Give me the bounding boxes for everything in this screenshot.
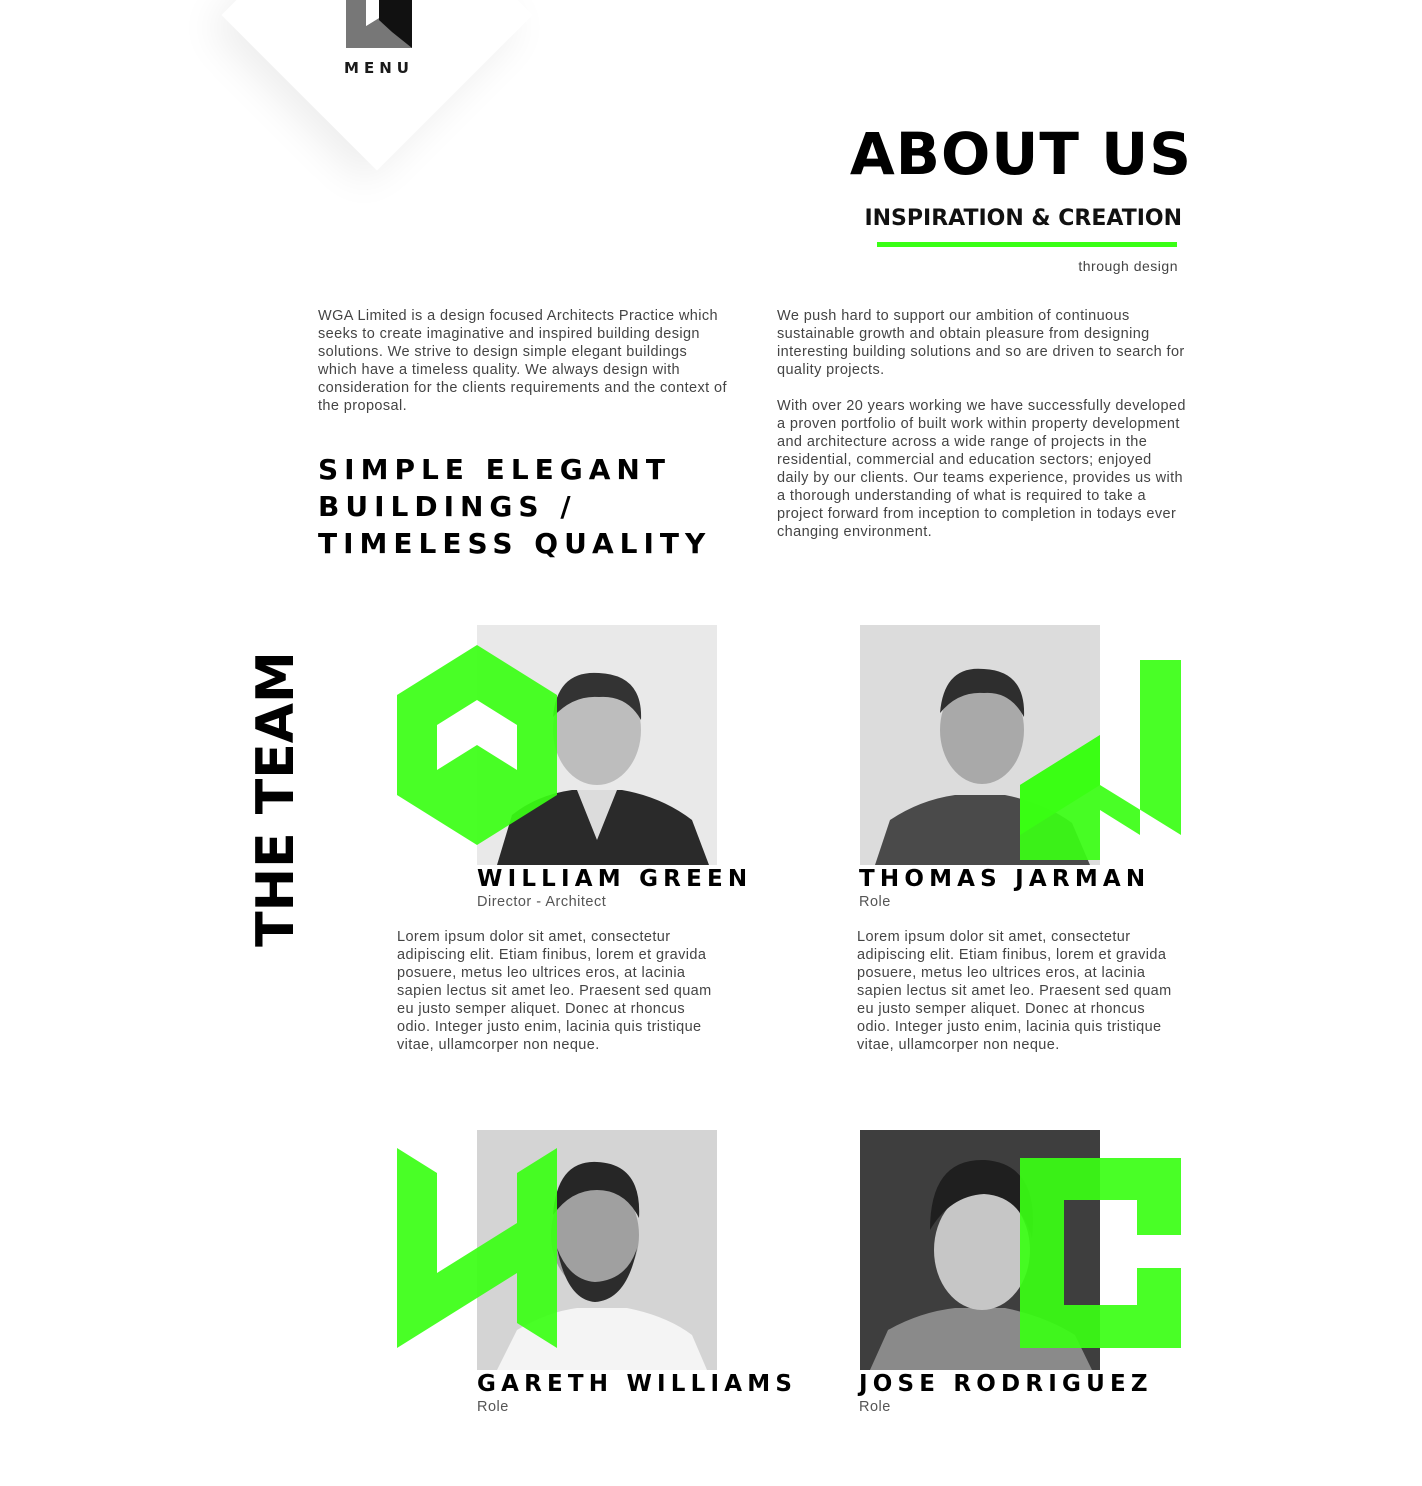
intro-heading: SIMPLE ELEGANT BUILDINGS / TIMELESS QUAL… [318,451,758,562]
letter-a-icon [397,645,557,845]
page-title: ABOUT US [849,120,1192,188]
letter-n-icon [1020,660,1181,860]
team-section-title: THE TEAM [246,651,306,947]
intro-paragraph-left: WGA Limited is a design focused Architec… [318,308,727,414]
intro-heading-line: TIMELESS QUALITY [318,527,712,560]
member-bio: Lorem ipsum dolor sit amet, consectetur … [857,929,1172,1053]
member-role: Director - Architect [477,894,607,910]
member-bio: Lorem ipsum dolor sit amet, consectetur … [397,929,712,1053]
page-tagline: through design [1078,258,1178,274]
wga-logo-icon[interactable] [346,0,412,48]
letter-c-icon [1020,1158,1181,1348]
accent-divider [877,242,1177,247]
member-name: WILLIAM GREEN [477,866,753,892]
member-role: Role [477,1399,509,1415]
letter-w-icon [397,1148,557,1348]
member-role: Role [859,1399,891,1415]
member-name: JOSE RODRIGUEZ [859,1371,1153,1397]
member-role: Role [859,894,891,910]
page-subtitle: INSPIRATION & CREATION [864,206,1182,231]
member-name: THOMAS JARMAN [859,866,1151,892]
intro-heading-line: BUILDINGS / [318,490,577,523]
intro-heading-line: SIMPLE ELEGANT [318,453,671,486]
menu-button[interactable]: MENU [330,59,428,77]
intro-paragraph-right-1: We push hard to support our ambition of … [777,308,1185,378]
member-name: GARETH WILLIAMS [477,1371,798,1397]
intro-paragraph-right-2: With over 20 years working we have succe… [777,398,1186,540]
